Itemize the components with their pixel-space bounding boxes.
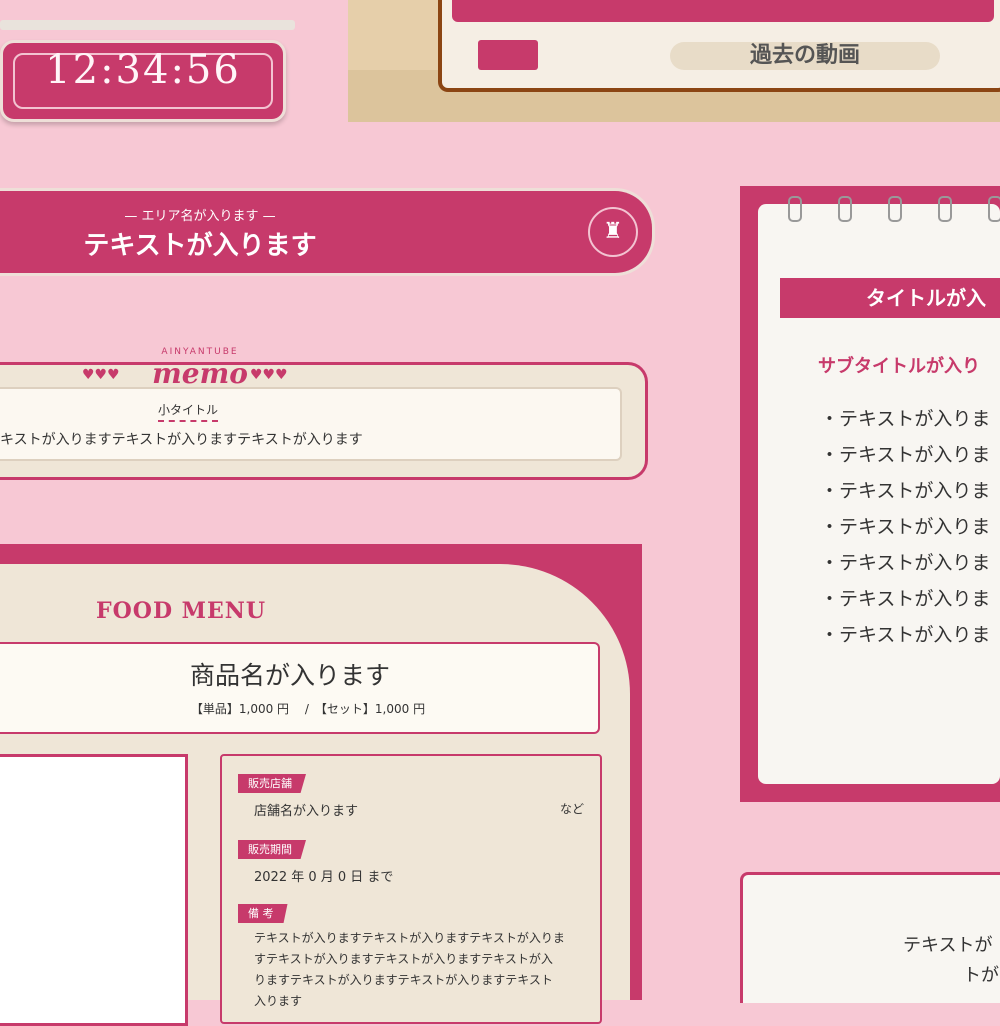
product-info-box: 販売店舗 店舗名が入ります など 販売期間 2022 年 0 月 0 日 まで … (220, 754, 602, 1024)
clock-time: 12:34:56 (45, 47, 241, 93)
tv-scene: 過去の動画 (348, 0, 1000, 122)
tv-label: 過去の動画 (670, 42, 940, 70)
bottom-text-line: トが (963, 965, 999, 986)
list-item: ・テキストが入りま (820, 516, 991, 538)
sale-period: 2022 年 0 月 0 日 まで (254, 870, 394, 885)
note-line: テキストが入りますテキストが入りますテキストが入りま (254, 931, 565, 945)
memo-logo: memo (152, 357, 248, 390)
list-item: ・テキストが入りま (820, 588, 991, 610)
tv-set: 過去の動画 (438, 0, 1000, 92)
food-menu-title: FOOD MENU (96, 598, 267, 624)
bottom-text-line: テキストが (903, 935, 993, 956)
memo-text: キストが入りますテキストが入りますテキストが入ります (0, 432, 363, 448)
list-item: ・テキストが入りま (820, 552, 991, 574)
memo-small-title: 小タイトル (158, 401, 219, 422)
ring-binder-icon (838, 196, 852, 222)
bottom-panel: テキストが トが (740, 872, 1000, 1003)
note-line: すテキストが入りますテキストが入りますテキストが入 (254, 952, 553, 966)
product-name: 商品名が入ります (189, 661, 390, 690)
list-item: ・テキストが入りま (820, 624, 991, 646)
note-tag: 備 考 (238, 904, 288, 923)
memo-header: AINYANTUBE memo (100, 347, 300, 390)
ring-binder-icon (988, 196, 1000, 222)
list-item: ・テキストが入りま (820, 444, 991, 466)
banner-title: テキストが入ります (83, 231, 317, 261)
food-menu-frame: FOOD MENU 商品名が入ります 【単品】1,000 円 / 【セット】1,… (0, 564, 630, 1026)
product-image-placeholder (0, 754, 188, 1026)
product-price: 【単品】1,000 円 / 【セット】1,000 円 (190, 702, 426, 716)
speaker-grille-icon (478, 40, 538, 70)
ring-binder-icon (788, 196, 802, 222)
area-banner: — エリア名が入ります — テキストが入ります ♜ (0, 188, 655, 276)
period-tag: 販売期間 (238, 840, 306, 859)
clock-hanger (0, 20, 295, 30)
tv-screen (452, 0, 994, 22)
memo-panel: ♥♥♥ ♥♥♥ AINYANTUBE memo 小タイトル キストが入りますテキ… (0, 347, 648, 480)
banner-subtitle: — エリア名が入ります — (124, 209, 276, 224)
ring-binder-icon (938, 196, 952, 222)
list-item: ・テキストが入りま (820, 480, 991, 502)
shop-name: 店舗名が入ります (254, 804, 359, 819)
note-line: 入ります (254, 994, 303, 1008)
list-item: ・テキストが入りま (820, 408, 991, 430)
notebook-title: タイトルが入 (780, 278, 1000, 318)
memo-brand: AINYANTUBE (161, 347, 239, 357)
notebook-panel: タイトルが入 サブタイトルが入り ・テキストが入りま ・テキストが入りま ・テキ… (740, 186, 1000, 802)
ring-binder-icon (888, 196, 902, 222)
notebook-paper: タイトルが入 サブタイトルが入り ・テキストが入りま ・テキストが入りま ・テキ… (758, 196, 1000, 784)
shop-tag: 販売店舗 (238, 774, 306, 793)
product-name-box: 商品名が入ります 【単品】1,000 円 / 【セット】1,000 円 (0, 642, 600, 734)
shop-suffix: など (560, 802, 585, 816)
notebook-subtitle: サブタイトルが入り (818, 356, 980, 377)
note-text: テキストが入りますテキストが入りますテキストが入りま すテキストが入りますテキス… (254, 928, 565, 1012)
note-line: りますテキストが入りますテキストが入りますテキスト (254, 973, 553, 987)
banner-subtitle-text: エリア名が入ります (141, 209, 259, 224)
food-menu-panel: FOOD MENU 商品名が入ります 【単品】1,000 円 / 【セット】1,… (0, 544, 642, 1026)
memo-content-box: 小タイトル キストが入りますテキストが入りますテキストが入ります (0, 387, 622, 461)
clock-sign: 12:34:56 (0, 40, 286, 122)
castle-icon: ♜ (588, 207, 638, 257)
